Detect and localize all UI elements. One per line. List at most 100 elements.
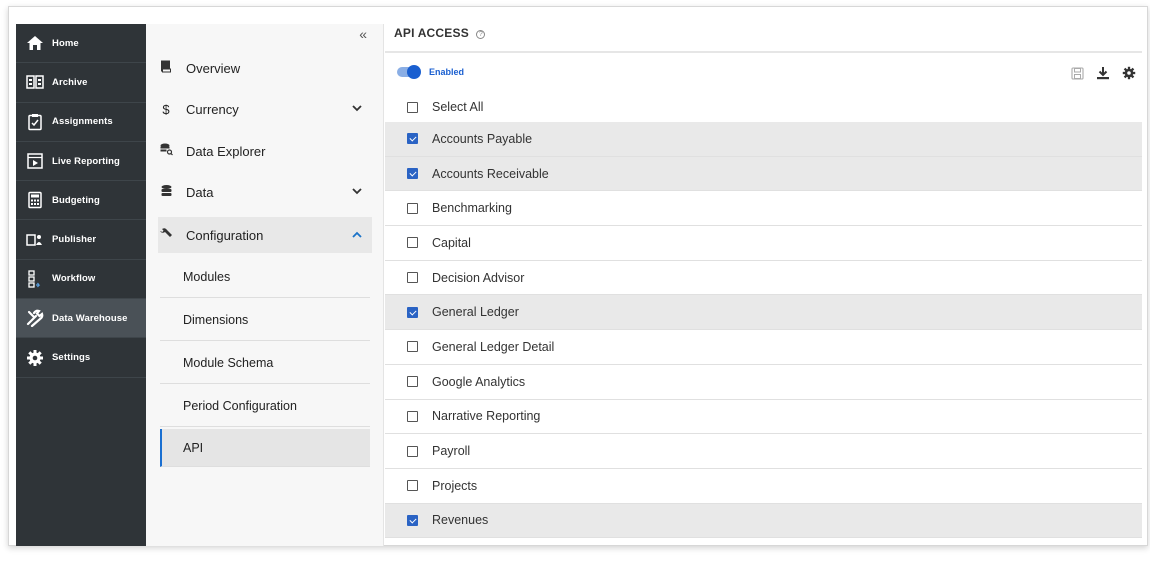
chevron-down-icon xyxy=(352,103,362,115)
sub-item-data[interactable]: Data xyxy=(158,174,372,210)
download-icon[interactable] xyxy=(1096,66,1110,80)
tools-icon xyxy=(26,309,44,328)
nav-item-publisher[interactable]: Publisher xyxy=(16,220,146,260)
page-title-text: API ACCESS xyxy=(394,26,469,40)
module-checkbox[interactable] xyxy=(407,445,418,457)
config-item-modules[interactable]: Modules xyxy=(160,256,370,298)
nav-item-budgeting[interactable]: Budgeting xyxy=(16,181,146,221)
nav-label: Archive xyxy=(52,76,88,88)
nav-label: Publisher xyxy=(52,234,97,246)
config-item-api[interactable]: API xyxy=(160,429,370,467)
nav-label: Data Warehouse xyxy=(52,312,128,324)
main-nav: Home Archive Assignments Live Reporting … xyxy=(16,24,146,546)
sub-nav: « Overview $ Currency Data Explorer Data… xyxy=(146,24,384,546)
book-icon xyxy=(158,60,174,76)
module-label: General Ledger Detail xyxy=(432,339,555,354)
config-item-label: Module Schema xyxy=(183,355,274,370)
module-label: General Ledger xyxy=(432,305,519,320)
nav-item-settings[interactable]: Settings xyxy=(16,338,146,378)
sub-item-label: Data Explorer xyxy=(186,143,266,159)
nav-item-assignments[interactable]: Assignments xyxy=(16,103,146,142)
module-label: Revenues xyxy=(432,513,489,528)
sub-item-label: Currency xyxy=(186,101,239,117)
module-row[interactable]: General Ledger Detail xyxy=(385,330,1142,365)
module-checkbox[interactable] xyxy=(407,410,418,422)
module-row[interactable]: Projects xyxy=(385,469,1142,504)
module-row[interactable]: Decision Advisor xyxy=(385,261,1142,296)
nav-item-live-reporting[interactable]: Live Reporting xyxy=(16,142,146,182)
module-checkbox[interactable] xyxy=(407,376,418,388)
config-item-label: Modules xyxy=(183,269,231,284)
help-icon[interactable]: ? xyxy=(476,30,486,39)
module-checkbox[interactable] xyxy=(407,202,418,214)
database-search-icon xyxy=(158,143,174,159)
module-label: Accounts Payable xyxy=(432,131,533,146)
page-title: API ACCESS ? xyxy=(394,26,486,40)
config-item-label: Dimensions xyxy=(183,312,249,327)
module-label: Capital xyxy=(432,235,471,250)
module-label: Decision Advisor xyxy=(432,270,525,285)
module-label: Google Analytics xyxy=(432,374,526,389)
module-row[interactable]: Capital xyxy=(385,226,1142,261)
config-item-dimensions[interactable]: Dimensions xyxy=(160,299,370,341)
nav-label: Budgeting xyxy=(52,194,100,206)
title-divider xyxy=(385,51,1142,53)
nav-label: Workflow xyxy=(52,273,96,285)
api-access-panel: API ACCESS ? Enabled Select All Accounts… xyxy=(385,6,1142,546)
toggle-label: Enabled xyxy=(429,67,465,77)
nav-item-archive[interactable]: Archive xyxy=(16,63,146,103)
config-item-label: API xyxy=(183,440,204,455)
sub-item-label: Overview xyxy=(186,60,241,76)
config-item-label: Period Configuration xyxy=(183,398,297,413)
module-label: Payroll xyxy=(432,444,471,459)
module-row[interactable]: General Ledger xyxy=(385,295,1142,331)
gear-icon[interactable] xyxy=(1122,66,1136,80)
select-all-row[interactable]: Select All xyxy=(385,92,1142,122)
database-icon xyxy=(158,184,174,200)
nav-item-home[interactable]: Home xyxy=(16,24,146,64)
dollar-icon: $ xyxy=(162,101,170,117)
config-item-period-configuration[interactable]: Period Configuration xyxy=(160,385,370,427)
api-enabled-toggle[interactable]: Enabled xyxy=(397,65,465,79)
module-row[interactable]: Google Analytics xyxy=(385,365,1142,400)
sub-item-data-explorer[interactable]: Data Explorer xyxy=(158,133,372,169)
select-all-label: Select All xyxy=(432,100,484,114)
archive-icon xyxy=(26,73,44,91)
module-row[interactable]: Narrative Reporting xyxy=(385,400,1142,435)
collapse-nav-button[interactable]: « xyxy=(359,26,367,42)
module-checkbox[interactable] xyxy=(407,272,418,284)
module-checkbox[interactable] xyxy=(407,514,418,526)
module-checkbox[interactable] xyxy=(407,237,418,249)
sub-item-currency[interactable]: $ Currency xyxy=(158,91,372,127)
config-item-module-schema[interactable]: Module Schema xyxy=(160,342,370,384)
nav-label: Settings xyxy=(52,352,91,364)
nav-label: Live Reporting xyxy=(52,155,120,167)
toolbar xyxy=(1070,66,1136,80)
sub-item-configuration[interactable]: Configuration xyxy=(158,217,372,253)
module-checkbox[interactable] xyxy=(407,168,418,180)
sub-item-overview[interactable]: Overview xyxy=(158,50,372,86)
module-row[interactable]: Revenues xyxy=(385,503,1142,539)
nav-item-workflow[interactable]: Workflow xyxy=(16,260,146,300)
select-all-checkbox[interactable] xyxy=(407,101,418,113)
toggle-track xyxy=(397,65,421,79)
module-checkbox[interactable] xyxy=(407,341,418,353)
sub-item-label: Configuration xyxy=(186,227,264,243)
module-list: Select All Accounts Payable Accounts Rece… xyxy=(385,92,1142,539)
module-checkbox[interactable] xyxy=(407,133,418,145)
home-icon xyxy=(26,34,44,52)
module-row[interactable]: Accounts Payable xyxy=(385,122,1142,157)
gear-icon xyxy=(26,349,44,367)
module-row[interactable]: Accounts Receivable xyxy=(385,156,1142,192)
save-icon[interactable] xyxy=(1070,66,1084,80)
module-row[interactable]: Benchmarking xyxy=(385,191,1142,227)
module-checkbox[interactable] xyxy=(407,480,418,492)
toggle-knob xyxy=(407,65,421,79)
wrench-icon xyxy=(158,227,174,244)
publisher-icon xyxy=(26,231,44,249)
module-checkbox[interactable] xyxy=(407,306,418,318)
module-row[interactable]: Payroll xyxy=(385,434,1142,469)
chevron-down-icon xyxy=(352,186,362,198)
nav-item-data-warehouse[interactable]: Data Warehouse xyxy=(16,299,146,339)
chevron-up-icon xyxy=(352,229,362,241)
